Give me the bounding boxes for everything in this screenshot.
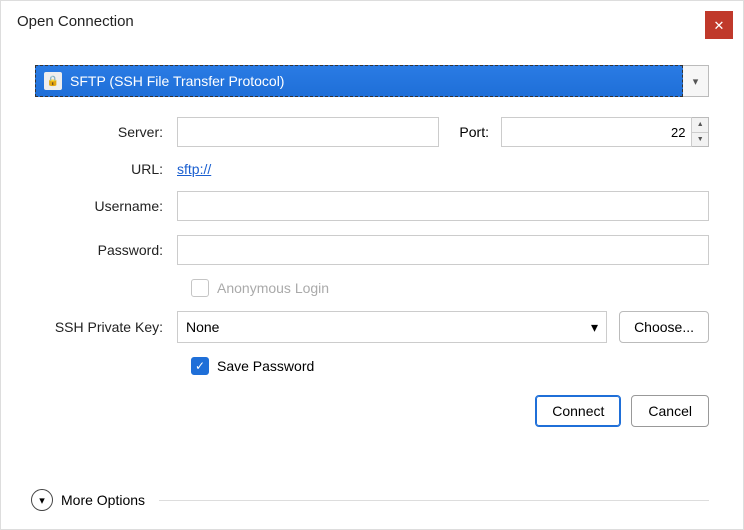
titlebar: Open Connection ✕	[1, 1, 743, 41]
chevron-down-icon: ▾	[693, 75, 699, 88]
connect-button[interactable]: Connect	[535, 395, 621, 427]
more-options-label[interactable]: More Options	[61, 492, 145, 508]
save-password-label: Save Password	[217, 358, 314, 374]
url-link[interactable]: sftp://	[177, 161, 211, 177]
ssh-key-label: SSH Private Key:	[35, 319, 177, 335]
password-label: Password:	[35, 242, 177, 258]
chevron-down-icon: ▾	[591, 319, 598, 336]
port-spinner[interactable]: ▲ ▼	[692, 117, 709, 147]
spinner-down-icon[interactable]: ▼	[692, 133, 708, 147]
ssh-key-selected-label: None	[186, 319, 219, 335]
port-input[interactable]	[501, 117, 692, 147]
close-button[interactable]: ✕	[705, 11, 733, 39]
divider	[159, 500, 709, 501]
username-label: Username:	[35, 198, 177, 214]
password-input[interactable]	[177, 235, 709, 265]
url-label: URL:	[35, 161, 177, 177]
close-icon: ✕	[714, 19, 725, 32]
spinner-up-icon[interactable]: ▲	[692, 118, 708, 133]
anonymous-login-checkbox[interactable]	[191, 279, 209, 297]
server-input[interactable]	[177, 117, 439, 147]
protocol-selected-label: SFTP (SSH File Transfer Protocol)	[70, 73, 284, 89]
choose-button[interactable]: Choose...	[619, 311, 709, 343]
protocol-dropdown-button[interactable]: ▾	[683, 65, 709, 97]
cancel-button[interactable]: Cancel	[631, 395, 709, 427]
save-password-checkbox[interactable]: ✓	[191, 357, 209, 375]
ssh-key-select[interactable]: None ▾	[177, 311, 607, 343]
protocol-select[interactable]: 🔒 SFTP (SSH File Transfer Protocol)	[35, 65, 683, 97]
username-input[interactable]	[177, 191, 709, 221]
port-label: Port:	[439, 124, 501, 140]
open-connection-dialog: Open Connection ✕ 🔒 SFTP (SSH File Trans…	[0, 0, 744, 530]
window-title: Open Connection	[17, 13, 134, 30]
anonymous-login-label: Anonymous Login	[217, 280, 329, 296]
lock-icon: 🔒	[44, 72, 62, 90]
server-label: Server:	[35, 124, 177, 140]
expand-icon[interactable]: ▾	[31, 489, 53, 511]
